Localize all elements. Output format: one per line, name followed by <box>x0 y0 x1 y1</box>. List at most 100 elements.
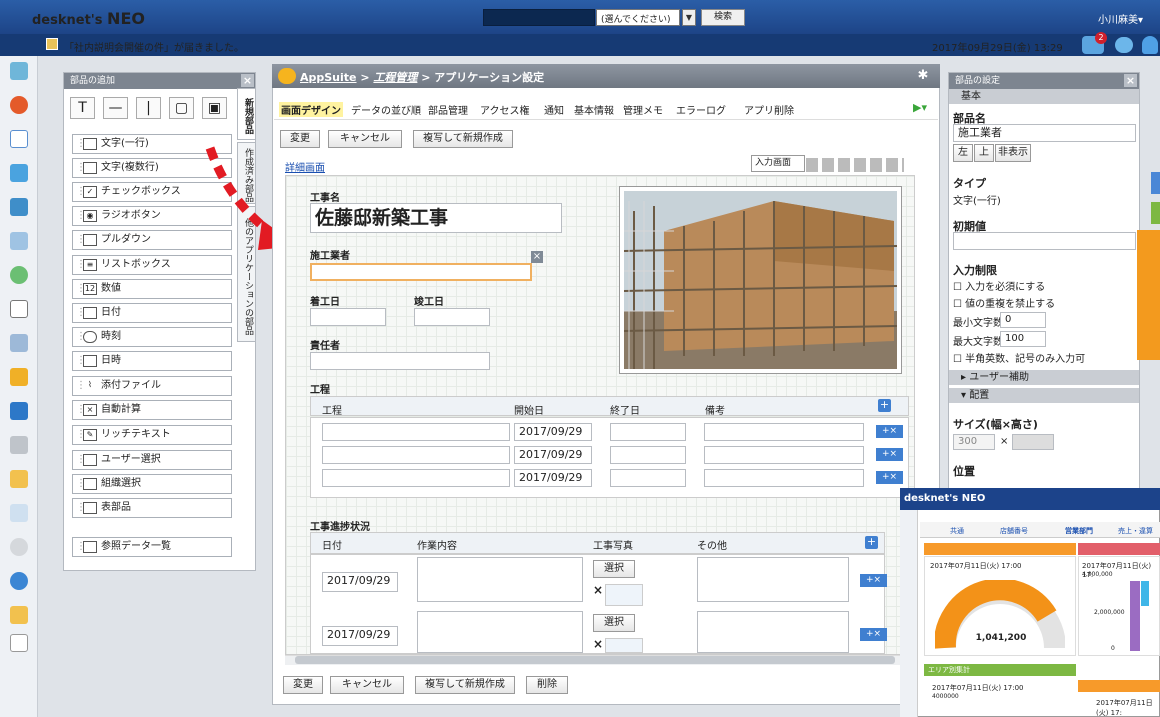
text-tool-icon[interactable]: T <box>70 97 95 119</box>
row-add-remove-icon[interactable]: +× <box>876 448 903 461</box>
align-top-button[interactable]: 上 <box>974 144 994 162</box>
dash-tab-store[interactable]: 店舗番号 <box>1000 526 1028 536</box>
search-select[interactable]: (選んでください) <box>596 9 680 26</box>
search-button[interactable]: 検索 <box>701 9 745 26</box>
kotei-row2-start[interactable]: 2017/09/29 <box>514 446 592 464</box>
tab-error-log[interactable]: エラーログ <box>676 102 726 117</box>
tab-data-order[interactable]: データの並び順 <box>351 102 421 117</box>
part-date[interactable]: 日付 <box>72 303 232 323</box>
frame-tool-icon[interactable]: ▢ <box>169 97 194 119</box>
tab-admin-memo[interactable]: 管理メモ <box>623 102 663 117</box>
progress-row2-work[interactable] <box>417 611 583 653</box>
settings-icon[interactable] <box>10 538 28 556</box>
facility-icon[interactable] <box>10 232 28 250</box>
kotei-row3-notes[interactable] <box>704 469 864 487</box>
part-datetime[interactable]: 日時 <box>72 351 232 371</box>
kotei-row3-process[interactable] <box>322 469 510 487</box>
initial-value-field[interactable] <box>953 232 1136 250</box>
section-user-assist[interactable]: ▸ ユーザー補助 <box>949 370 1139 385</box>
document-icon[interactable] <box>10 334 28 352</box>
hline-tool-icon[interactable]: — <box>103 97 128 119</box>
scrollbar-thumb[interactable] <box>295 656 895 664</box>
text-icon[interactable] <box>10 634 28 652</box>
schedule-icon[interactable] <box>10 164 28 182</box>
progress-row1-other[interactable] <box>697 557 849 602</box>
breadcrumb-app[interactable]: 工程管理 <box>373 71 417 84</box>
copy-new-button[interactable]: 複写して新規作成 <box>413 130 513 148</box>
grid-app-icon[interactable] <box>10 368 28 386</box>
dash-tab-sales[interactable]: 売上・違算 <box>1118 526 1153 536</box>
row-add-remove-icon[interactable]: +× <box>876 471 903 484</box>
detail-screen-link[interactable]: 詳細画面 <box>285 159 325 174</box>
search-input[interactable] <box>483 9 595 26</box>
kotei-row2-process[interactable] <box>322 446 510 464</box>
folder-icon[interactable] <box>10 436 28 454</box>
progress-row2-date[interactable]: 2017/09/29 <box>322 626 398 646</box>
play-icon[interactable]: ▶▾ <box>913 101 927 114</box>
close-icon[interactable]: × <box>1124 74 1137 87</box>
tab-screen-design[interactable]: 画面デザイン <box>279 102 343 117</box>
shiko-field[interactable] <box>310 263 532 281</box>
close-icon[interactable]: × <box>531 251 543 263</box>
close-icon[interactable]: × <box>241 74 254 87</box>
copy-new-button-bottom[interactable]: 複写して新規作成 <box>415 676 515 694</box>
chevron-down-icon[interactable]: ▼ <box>682 9 696 26</box>
list-icon[interactable] <box>10 504 28 522</box>
kotei-row2-notes[interactable] <box>704 446 864 464</box>
part-org-select[interactable]: 組織選択 <box>72 474 232 494</box>
sekinin-field[interactable] <box>310 352 490 370</box>
select-photo-button[interactable]: 選択 <box>593 560 635 578</box>
input-screen-select[interactable]: 入力画面 <box>751 155 805 172</box>
row-add-remove-icon[interactable]: +× <box>860 628 887 641</box>
photo-thumbnail[interactable] <box>605 584 643 606</box>
dash-tab-common[interactable]: 共通 <box>950 526 964 536</box>
tab-notification[interactable]: 通知 <box>544 102 564 117</box>
breadcrumb-appsuite[interactable]: AppSuite <box>300 71 357 84</box>
part-rich-text[interactable]: ✎リッチテキスト <box>72 425 232 445</box>
change-button-bottom[interactable]: 変更 <box>283 676 323 694</box>
photo-thumbnail[interactable] <box>605 638 643 653</box>
unique-checkbox[interactable]: ☐ 値の重複を禁止する <box>953 295 1055 310</box>
help-icon[interactable] <box>10 572 28 590</box>
tab-app-delete[interactable]: アプリ削除 <box>744 102 794 117</box>
chat-icon[interactable] <box>1115 37 1133 53</box>
app-logo[interactable]: desknet's NEO <box>32 9 145 28</box>
change-button[interactable]: 変更 <box>280 130 320 148</box>
user-menu[interactable]: 小川麻美▾ <box>1098 11 1143 26</box>
width-field[interactable]: 300 <box>953 434 995 450</box>
delete-button[interactable]: 削除 <box>526 676 568 694</box>
kotei-row2-end[interactable] <box>610 446 686 464</box>
part-name-field[interactable]: 施工業者 <box>953 124 1136 142</box>
cancel-button[interactable]: キャンセル <box>328 130 402 148</box>
kotei-row1-start[interactable]: 2017/09/29 <box>514 423 592 441</box>
section-basic[interactable]: 基本 <box>949 89 1139 104</box>
tab-parts-management[interactable]: 部品管理 <box>428 102 468 117</box>
row-add-remove-icon[interactable]: +× <box>876 425 903 438</box>
koji-name-field[interactable]: 佐藤邸新築工事 <box>310 203 562 233</box>
users-icon[interactable] <box>10 198 28 216</box>
required-checkbox[interactable]: ☐ 入力を必須にする <box>953 278 1045 293</box>
layout-toolbar-icons[interactable] <box>806 158 904 172</box>
part-reference-list[interactable]: 参照データ一覧 <box>72 537 232 557</box>
add-row-icon[interactable]: + <box>865 536 878 549</box>
image-tool-icon[interactable]: ▣ <box>202 97 227 119</box>
shunko-date-field[interactable] <box>414 308 490 326</box>
progress-row1-work[interactable] <box>417 557 583 602</box>
kotei-row3-start[interactable]: 2017/09/29 <box>514 469 592 487</box>
refresh-icon[interactable] <box>10 266 28 284</box>
user-icon[interactable] <box>1142 36 1158 54</box>
progress-row1-date[interactable]: 2017/09/29 <box>322 572 398 592</box>
kotei-row3-end[interactable] <box>610 469 686 487</box>
kotei-row1-process[interactable] <box>322 423 510 441</box>
section-layout[interactable]: ▾ 配置 <box>949 388 1139 403</box>
remove-icon[interactable]: × <box>593 583 603 597</box>
vline-tool-icon[interactable]: | <box>136 97 161 119</box>
neo-app-icon[interactable] <box>10 402 28 420</box>
tab-access-rights[interactable]: アクセス権 <box>480 102 530 117</box>
calendar-icon[interactable] <box>10 130 28 148</box>
align-left-button[interactable]: 左 <box>953 144 973 162</box>
tab-new-parts[interactable]: 新規部品 <box>237 88 256 140</box>
part-time[interactable]: 時刻 <box>72 327 232 347</box>
select-photo-button[interactable]: 選択 <box>593 614 635 632</box>
alnum-checkbox[interactable]: ☐ 半角英数、記号のみ入力可 <box>953 350 1085 365</box>
